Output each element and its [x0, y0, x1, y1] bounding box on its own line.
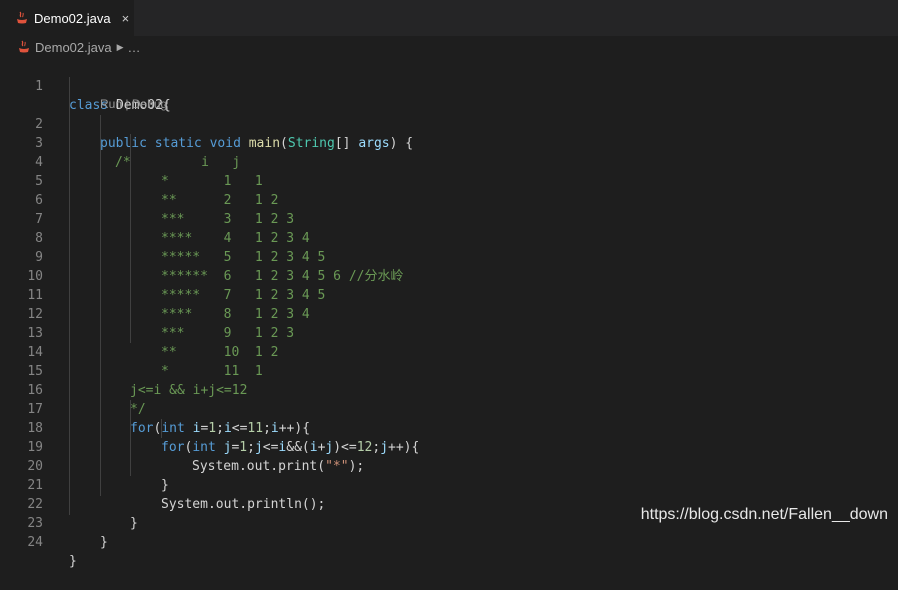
code-editor[interactable]: 1 class Demo02{ Run | Debug 2 public sta… — [0, 58, 898, 569]
code-line-8: 8 ***** 5 1 2 3 4 5 — [0, 210, 898, 265]
breadcrumb-file[interactable]: Demo02.java — [35, 40, 112, 55]
code-line-18: 18 for(int j=1;j<=i&&(i+j)<=12;j++){ — [0, 400, 898, 455]
code-line-11: 11 **** 8 1 2 3 4 — [0, 267, 898, 322]
code-line-3: 3 /* i j — [0, 115, 898, 170]
close-icon[interactable]: × — [122, 11, 130, 26]
code-line-22: 22 } — [0, 476, 898, 531]
code-line-6: 6 *** 3 1 2 3 — [0, 172, 898, 227]
code-line-9: 9 ****** 6 1 2 3 4 5 6 //分水岭 — [0, 229, 898, 284]
java-coffee-icon — [17, 40, 31, 54]
breadcrumb: Demo02.java ▶ … — [0, 36, 898, 58]
code-line-1: 1 class Demo02{ — [0, 58, 898, 113]
closing-brace: } — [100, 535, 108, 550]
code-line-10: 10 ***** 7 1 2 3 4 5 — [0, 248, 898, 303]
breadcrumb-more[interactable]: … — [128, 40, 141, 55]
tab-bar: Demo02.java × — [0, 0, 898, 36]
tab-label: Demo02.java — [34, 10, 111, 26]
tab-demo02-java[interactable]: Demo02.java × — [0, 0, 134, 36]
code-line-2: 2 public static void main(String[] args)… — [0, 96, 898, 151]
code-line-14: 14 * 11 1 — [0, 324, 898, 379]
code-line-12: 12 *** 9 1 2 3 — [0, 286, 898, 341]
code-line-17: 17 for(int i=1;i<=11;i++){ — [0, 381, 898, 436]
code-line-7: 7 **** 4 1 2 3 4 — [0, 191, 898, 246]
code-line-19: 19 System.out.print("*"); — [0, 419, 898, 474]
chevron-right-icon: ▶ — [116, 41, 124, 52]
watermark: https://blog.csdn.net/Fallen__down — [640, 506, 888, 523]
java-coffee-icon — [15, 11, 29, 25]
code-line-21: 21 System.out.println(); — [0, 457, 898, 512]
code-line-16: 16 */ — [0, 362, 898, 417]
line-number: 24 — [27, 535, 43, 550]
code-line-20: 20 } — [0, 438, 898, 493]
code-line-4: 4 * 1 1 — [0, 134, 898, 189]
code-line-13: 13 ** 10 1 2 — [0, 305, 898, 360]
closing-brace: } — [69, 554, 77, 569]
code-line-5: 5 ** 2 1 2 — [0, 153, 898, 208]
codelens-line: Run | Debug — [0, 79, 898, 111]
code-line-15: 15 j<=i && i+j<=12 — [0, 343, 898, 398]
